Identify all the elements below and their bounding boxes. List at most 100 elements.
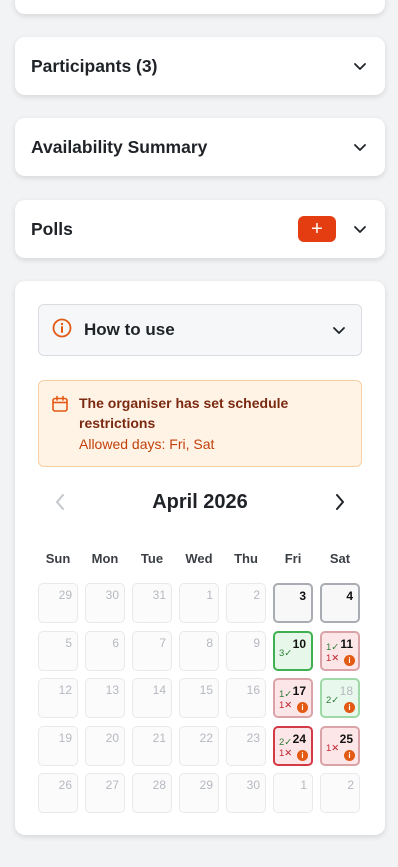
day-number: 24	[292, 731, 306, 746]
calendar-day-cell: 16	[226, 678, 266, 718]
day-number: 19	[58, 730, 72, 745]
unavailable-count: 1✕	[279, 700, 293, 711]
available-count: 3✓	[279, 647, 293, 659]
calendar-day-cell: 31	[132, 583, 172, 623]
calendar-day-cell[interactable]: 24 2✓ 1✕ i	[273, 725, 313, 766]
calendar-day-cell: 22	[179, 725, 219, 766]
day-number: 29	[58, 588, 72, 602]
month-title: April 2026	[152, 490, 248, 513]
day-number: 13	[105, 683, 119, 697]
calendar-day-cell: 26	[38, 773, 78, 813]
weekday-label: Wed	[185, 551, 213, 566]
available-count: 2✓	[279, 736, 293, 748]
day-number: 7	[159, 635, 166, 650]
calendar-day-cell[interactable]: 17 1✓ 1✕ i	[273, 678, 313, 718]
weekday-label: Fri	[284, 551, 302, 566]
day-number: 10	[292, 636, 306, 651]
day-number: 15	[199, 683, 213, 697]
day-number: 2	[253, 588, 260, 602]
day-number: 31	[152, 588, 166, 602]
day-number: 26	[58, 778, 72, 792]
add-poll-button[interactable]: +	[298, 216, 336, 242]
day-number: 30	[246, 778, 260, 792]
participants-title: Participants (3)	[31, 55, 158, 76]
day-number: 21	[152, 730, 166, 745]
info-badge-icon[interactable]: i	[297, 702, 308, 713]
month-navigation: April 2026	[38, 486, 362, 518]
calendar-day-cell: 28	[132, 773, 172, 813]
info-badge-icon[interactable]: i	[344, 654, 355, 666]
day-number: 16	[246, 683, 260, 697]
weekday-label: Sun	[45, 551, 71, 566]
calendar-day-cell: 30	[85, 583, 125, 623]
calendar-day-cell[interactable]: 4	[320, 583, 360, 623]
calendar-day-cell: 23	[226, 725, 266, 766]
calendar-icon	[51, 395, 69, 413]
day-number: 12	[58, 683, 72, 697]
calendar-day-cell: 27	[85, 773, 125, 813]
polls-title: Polls	[31, 218, 73, 239]
day-number: 28	[152, 778, 166, 792]
how-to-use-title: How to use	[84, 320, 175, 339]
weekday-label: Mon	[91, 551, 119, 566]
chevron-down-icon[interactable]	[330, 321, 348, 339]
calendar-day-cell: 20	[85, 725, 125, 766]
chevron-down-icon[interactable]	[351, 138, 369, 156]
calendar-day-cell[interactable]: 10 3✓	[273, 630, 313, 671]
participants-section[interactable]: Participants (3)	[15, 37, 385, 95]
day-number: 25	[339, 731, 353, 746]
day-number: 22	[199, 730, 213, 745]
chevron-right-icon[interactable]	[330, 491, 350, 513]
calendar-day-cell: 21	[132, 725, 172, 766]
info-badge-icon[interactable]: i	[344, 749, 355, 761]
weekday-header: Sun Mon Tue Wed Thu Fri Sat	[38, 551, 362, 567]
calendar-day-cell: 2	[320, 773, 360, 813]
collapsed-section-card	[15, 0, 385, 14]
availability-summary-title: Availability Summary	[31, 136, 208, 157]
day-number: 9	[253, 635, 260, 650]
calendar-day-cell: 2	[226, 583, 266, 623]
calendar-day-cell: 29	[38, 583, 78, 623]
calendar-day-cell[interactable]: 25 1✕ i	[320, 725, 360, 766]
calendar-day-cell: 14	[132, 678, 172, 718]
day-number: 17	[292, 684, 306, 698]
calendar-day-cell[interactable]: 11 1✓ 1✕ i	[320, 630, 360, 671]
unavailable-count: 1✕	[326, 652, 340, 664]
chevron-down-icon[interactable]	[351, 220, 369, 238]
weekday-label: Thu	[234, 551, 258, 566]
calendar-day-cell: 13	[85, 678, 125, 718]
calendar-day-cell: 12	[38, 678, 78, 718]
calendar-day-cell[interactable]: 18 2✓ i	[320, 678, 360, 718]
chevron-left-icon[interactable]	[50, 491, 70, 513]
schedule-restriction-notice: The organiser has set schedule restricti…	[38, 380, 362, 467]
calendar-day-cell: 8	[179, 630, 219, 671]
day-number: 23	[246, 730, 260, 745]
chevron-down-icon[interactable]	[351, 57, 369, 75]
polls-section[interactable]: Polls +	[15, 200, 385, 258]
calendar-day-cell: 15	[179, 678, 219, 718]
calendar-day-cell[interactable]: 3	[273, 583, 313, 623]
day-number: 1	[206, 588, 213, 602]
calendar-day-cell: 9	[226, 630, 266, 671]
day-number: 3	[299, 589, 306, 603]
allowed-days-text: Allowed days: Fri, Sat	[79, 436, 215, 452]
info-badge-icon[interactable]: i	[297, 749, 308, 761]
calendar-day-cell: 30	[226, 773, 266, 813]
weekday-label: Tue	[140, 551, 164, 566]
calendar-day-cell: 6	[85, 630, 125, 671]
how-to-use-accordion[interactable]: How to use	[38, 304, 362, 356]
day-number: 14	[152, 683, 166, 697]
available-count: 2✓	[326, 695, 340, 706]
day-number: 20	[105, 730, 119, 745]
day-number: 30	[105, 588, 119, 602]
day-number: 29	[199, 778, 213, 792]
info-badge-icon[interactable]: i	[344, 702, 355, 713]
available-count: 1✓	[326, 641, 340, 653]
calendar-day-cell: 19	[38, 725, 78, 766]
availability-summary-section[interactable]: Availability Summary	[15, 118, 385, 176]
day-number: 2	[347, 778, 354, 792]
restriction-title: The organiser has set schedule restricti…	[79, 395, 289, 431]
day-number: 6	[112, 635, 119, 650]
day-number: 18	[339, 684, 353, 698]
info-circle-icon	[52, 318, 72, 343]
